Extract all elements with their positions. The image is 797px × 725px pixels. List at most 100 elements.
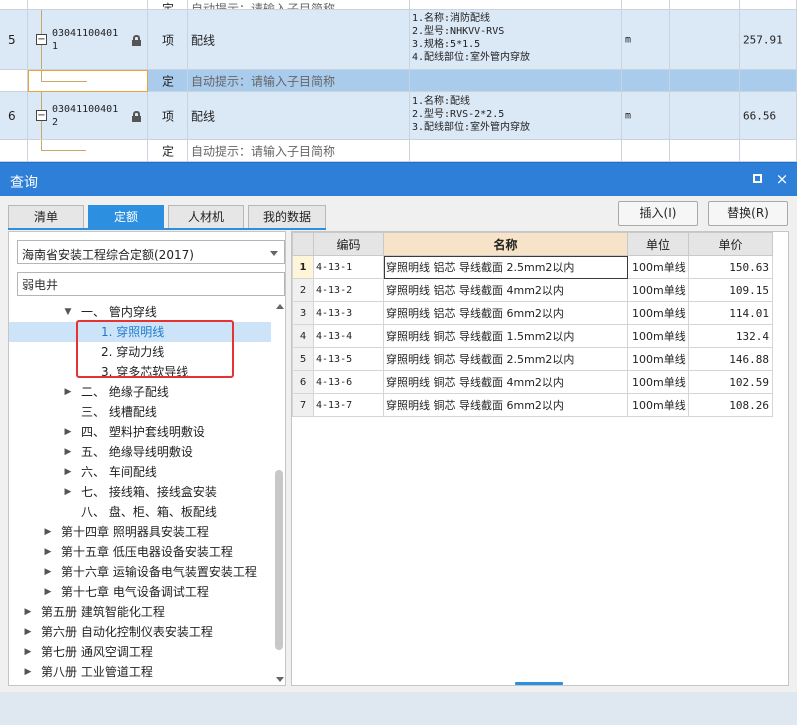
code-cell[interactable]: 4-13-6 <box>313 370 384 394</box>
name-cell[interactable]: 穿照明线 铜芯 导线截面 4mm2以内 <box>383 370 628 394</box>
collapsed-arrow-icon[interactable]: ▶ <box>43 562 53 582</box>
header-code[interactable]: 编码 <box>313 232 384 256</box>
row-number-cell[interactable]: 2 <box>292 278 314 302</box>
unit-cell[interactable]: 100m单线 <box>627 278 689 302</box>
tree-item[interactable]: ▼ 一、 管内穿线 <box>9 302 271 322</box>
unit-cell[interactable]: 100m单线 <box>627 324 689 348</box>
tree-item[interactable]: ▶ 第十四章 照明器具安装工程 <box>9 522 271 542</box>
code-cell[interactable]: 4-13-1 <box>313 255 384 279</box>
tree-item[interactable]: ▶ 六、 车间配线 <box>9 462 271 482</box>
search-input[interactable] <box>17 272 285 296</box>
price-cell[interactable]: 114.01 <box>688 301 773 325</box>
item-name: 配线 <box>191 33 216 47</box>
collapsed-arrow-icon[interactable]: ▶ <box>43 542 53 562</box>
splitter-grip[interactable] <box>515 682 563 685</box>
tree-scrollbar[interactable] <box>274 302 284 682</box>
collapsed-arrow-icon[interactable]: ▶ <box>23 622 33 642</box>
row-number-cell[interactable]: 3 <box>292 301 314 325</box>
table-row[interactable]: 5 4-13-5 穿照明线 铜芯 导线截面 2.5mm2以内 100m单线 146.88 <box>292 347 773 371</box>
table-row[interactable]: 1 4-13-1 穿照明线 铝芯 导线截面 2.5mm2以内 100m单线 150.63 <box>292 255 773 279</box>
grid-row-6[interactable]: 6 − 03041100401 2 项 配线 1.名称:配线 2.型号:RVS-… <box>0 92 797 140</box>
name-cell[interactable]: 穿照明线 铝芯 导线截面 2.5mm2以内 <box>383 255 628 279</box>
tree-item[interactable]: ▶ 二、 绝缘子配线 <box>9 382 271 402</box>
table-row[interactable]: 4 4-13-4 穿照明线 铜芯 导线截面 1.5mm2以内 100m单线 132.4 <box>292 324 773 348</box>
row-number-cell[interactable]: 7 <box>292 393 314 417</box>
unit-cell[interactable]: 100m单线 <box>627 347 689 371</box>
grid-row-5[interactable]: 5 − 03041100401 1 项 配线 1.名称:消防配线 2.型号:NH… <box>0 10 797 70</box>
expanded-arrow-icon[interactable]: ▼ <box>63 302 73 322</box>
table-row[interactable]: 7 4-13-7 穿照明线 铜芯 导线截面 6mm2以内 100m单线 108.26 <box>292 393 773 417</box>
collapsed-arrow-icon[interactable]: ▶ <box>63 422 73 442</box>
row-number-cell[interactable]: 5 <box>292 347 314 371</box>
collapsed-arrow-icon[interactable]: ▶ <box>43 582 53 602</box>
tab-labor-material-machine[interactable]: 人材机 <box>168 205 244 229</box>
row-number-cell[interactable]: 4 <box>292 324 314 348</box>
collapsed-arrow-icon[interactable]: ▶ <box>23 642 33 662</box>
price-cell[interactable]: 108.26 <box>688 393 773 417</box>
price-cell[interactable]: 150.63 <box>688 255 773 279</box>
tab-quota[interactable]: 定额 <box>88 205 164 229</box>
scroll-down-icon[interactable] <box>276 677 284 682</box>
price-cell[interactable]: 102.59 <box>688 370 773 394</box>
price-cell[interactable]: 109.15 <box>688 278 773 302</box>
grid-sub-row[interactable]: 定 自动提示：请输入子目简称 <box>0 140 797 162</box>
grid-sub-row[interactable]: 定 自动提示：请输入子目简称 <box>0 0 797 10</box>
library-select[interactable]: 海南省安装工程综合定额(2017) <box>17 240 285 264</box>
header-name[interactable]: 名称 <box>383 232 628 256</box>
unit-cell[interactable]: 100m单线 <box>627 370 689 394</box>
collapsed-arrow-icon[interactable]: ▶ <box>63 382 73 402</box>
restore-icon[interactable] <box>750 171 766 187</box>
name-cell[interactable]: 穿照明线 铜芯 导线截面 2.5mm2以内 <box>383 347 628 371</box>
tree-item[interactable]: ▶ 第五册 建筑智能化工程 <box>9 602 271 622</box>
collapse-icon[interactable]: − <box>36 34 47 45</box>
collapsed-arrow-icon[interactable]: ▶ <box>23 602 33 622</box>
tree-item[interactable]: ▶ 第十六章 运输设备电气装置安装工程 <box>9 562 271 582</box>
tree-item[interactable]: ▶ 第八册 工业管道工程 <box>9 662 271 682</box>
close-icon[interactable]: × <box>774 171 790 187</box>
name-cell[interactable]: 穿照明线 铝芯 导线截面 6mm2以内 <box>383 301 628 325</box>
tab-bill-list[interactable]: 清单 <box>8 205 84 229</box>
tree-item[interactable]: ▶ 四、 塑料护套线明敷设 <box>9 422 271 442</box>
collapsed-arrow-icon[interactable]: ▶ <box>63 442 73 462</box>
unit-cell[interactable]: 100m单线 <box>627 301 689 325</box>
grid-sub-row-selected[interactable]: 定 自动提示：请输入子目简称 <box>0 70 797 92</box>
tree-item[interactable]: ▶ 第十五章 低压电器设备安装工程 <box>9 542 271 562</box>
row-number-cell[interactable]: 1 <box>292 255 314 279</box>
name-cell[interactable]: 穿照明线 铜芯 导线截面 1.5mm2以内 <box>383 324 628 348</box>
scroll-thumb[interactable] <box>275 470 283 650</box>
dialog-titlebar[interactable]: 查询 × <box>0 163 797 196</box>
tree-item[interactable]: ▶ 第七册 通风空调工程 <box>9 642 271 662</box>
scroll-up-icon[interactable] <box>276 304 284 309</box>
table-row[interactable]: 6 4-13-6 穿照明线 铜芯 导线截面 4mm2以内 100m单线 102.59 <box>292 370 773 394</box>
collapse-icon[interactable]: − <box>36 110 47 121</box>
code-cell[interactable]: 4-13-2 <box>313 278 384 302</box>
header-unit[interactable]: 单位 <box>627 232 689 256</box>
price-cell[interactable]: 132.4 <box>688 324 773 348</box>
code-cell[interactable]: 4-13-3 <box>313 301 384 325</box>
collapsed-arrow-icon[interactable]: ▶ <box>63 482 73 502</box>
header-price[interactable]: 单价 <box>688 232 773 256</box>
insert-button[interactable]: 插入(I) <box>618 201 698 226</box>
unit-cell[interactable]: 100m单线 <box>627 255 689 279</box>
name-cell[interactable]: 穿照明线 铝芯 导线截面 4mm2以内 <box>383 278 628 302</box>
row-number-cell[interactable]: 6 <box>292 370 314 394</box>
replace-button[interactable]: 替换(R) <box>708 201 788 226</box>
code-cell[interactable]: 4-13-4 <box>313 324 384 348</box>
collapsed-arrow-icon[interactable]: ▶ <box>63 462 73 482</box>
table-row[interactable]: 2 4-13-2 穿照明线 铝芯 导线截面 4mm2以内 100m单线 109.15 <box>292 278 773 302</box>
price-cell[interactable]: 146.88 <box>688 347 773 371</box>
code-cell[interactable]: 4-13-5 <box>313 347 384 371</box>
table-row[interactable]: 3 4-13-3 穿照明线 铝芯 导线截面 6mm2以内 100m单线 114.01 <box>292 301 773 325</box>
tree-item[interactable]: ▶ 第十七章 电气设备调试工程 <box>9 582 271 602</box>
tree-item[interactable]: ▶ 第六册 自动化控制仪表安装工程 <box>9 622 271 642</box>
code-cell[interactable]: 4-13-7 <box>313 393 384 417</box>
collapsed-arrow-icon[interactable]: ▶ <box>23 662 33 682</box>
tree-item[interactable]: 八、 盘、柜、箱、板配线 <box>9 502 271 522</box>
tab-my-data[interactable]: 我的数据 <box>248 205 326 229</box>
tree-item[interactable]: 三、 线槽配线 <box>9 402 271 422</box>
unit-cell[interactable]: 100m单线 <box>627 393 689 417</box>
tree-item[interactable]: ▶ 五、 绝缘导线明敷设 <box>9 442 271 462</box>
name-cell[interactable]: 穿照明线 铜芯 导线截面 6mm2以内 <box>383 393 628 417</box>
collapsed-arrow-icon[interactable]: ▶ <box>43 522 53 542</box>
tree-item[interactable]: ▶ 七、 接线箱、接线盒安装 <box>9 482 271 502</box>
